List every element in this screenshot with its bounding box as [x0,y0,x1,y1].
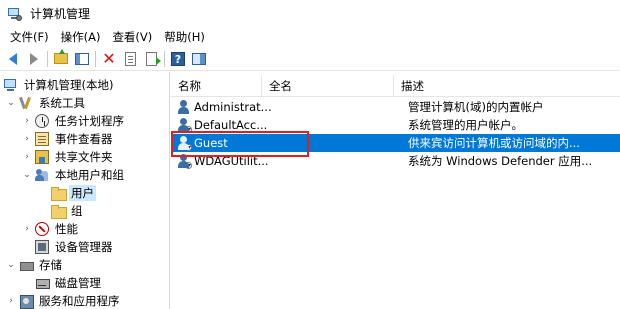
tree-item-label: 共享文件夹 [55,150,113,164]
chevron-right-icon[interactable]: › [22,134,32,144]
list-item-selected[interactable]: Guest 供来宾访问计算机或访问域的内... [171,134,620,152]
title-bar: 计算机管理 [0,0,620,27]
tree-item-label: 任务计划程序 [55,114,124,128]
folder-icon [51,186,67,201]
toolbar-separator [95,50,96,67]
chevron-right-icon[interactable]: › [6,296,16,306]
back-arrow-icon[interactable] [4,50,22,68]
tree-item-performance[interactable]: › 性能 [22,220,80,238]
forward-arrow-icon[interactable] [25,50,43,68]
menu-bar: 文件(F) 操作(A) 查看(V) 帮助(H) [0,27,620,47]
device-manager-icon [35,240,49,254]
list-header: 名称 全名 描述 [171,75,620,97]
chevron-down-icon[interactable]: ⌄ [6,260,16,270]
user-name: Guest [194,136,228,150]
column-header-description[interactable]: 描述 [394,75,620,97]
disk-icon [35,276,50,290]
tree-item-label: 磁盘管理 [55,276,101,290]
disabled-user-icon [177,118,192,133]
user-description: 供来宾访问计算机或访问域的内... [408,136,580,150]
tree-item-groups[interactable]: 组 [51,202,85,220]
user-list-pane: 名称 全名 描述 Administrat... 管理计算机(域)的内置帐户 De… [171,72,620,309]
tree-item-label: 事件查看器 [55,132,113,146]
show-tree-icon[interactable] [73,50,91,68]
shared-folder-icon [35,150,49,164]
disabled-user-icon [177,154,192,169]
tree-item-label: 设备管理器 [55,240,113,254]
tree-item-label: 存储 [39,258,62,272]
user-description: 系统管理的用户帐户。 [408,118,523,132]
tree-item-storage[interactable]: ⌄ 存储 [6,256,64,274]
window-title: 计算机管理 [30,7,91,21]
menu-action[interactable]: 操作(A) [55,27,107,47]
tree-item-label: 性能 [55,222,78,236]
tree-item-label: 计算机管理(本地) [24,78,114,92]
list-item[interactable]: WDAGUtilit... 系统为 Windows Defender 应用... [171,152,620,170]
up-folder-icon[interactable] [52,49,70,68]
performance-icon [35,222,49,236]
toolbar-separator [47,50,48,67]
user-name: Administrat... [194,100,272,114]
user-description: 管理计算机(域)的内置帐户 [408,100,544,114]
tools-icon [19,96,33,110]
menu-file[interactable]: 文件(F) [4,27,55,47]
users-icon [35,168,49,182]
toolbar-separator [164,50,165,67]
user-icon [177,100,191,114]
disabled-user-icon [177,136,192,151]
tree-item-system-tools[interactable]: ⌄ 系统工具 [6,94,87,112]
list-item[interactable]: DefaultAcc... 系统管理的用户帐户。 [171,116,620,134]
tree-item-device-manager[interactable]: 设备管理器 [35,238,115,256]
tree-item-label: 组 [71,204,83,218]
user-name: DefaultAcc... [194,118,268,132]
chevron-right-icon[interactable]: › [22,152,32,162]
column-header-full-name[interactable]: 全名 [262,75,394,97]
tree-item-services-apps[interactable]: › 服务和应用程序 [6,292,122,309]
computer-management-icon [8,7,22,21]
tree-item-users[interactable]: 用户 [51,184,96,202]
tree-item-event-viewer[interactable]: › 事件查看器 [22,130,115,148]
storage-icon [19,258,34,272]
folder-icon [51,204,67,219]
export-icon[interactable] [142,50,161,68]
tree-item-local-users-groups[interactable]: ⌄ 本地用户和组 [22,166,126,184]
event-log-icon [35,132,49,146]
tree-item-root[interactable]: 计算机管理(本地) [4,76,115,94]
tree-item-label: 用户 [69,185,96,201]
tree-item-label: 服务和应用程序 [39,294,120,308]
toolbar: ✕ ? [0,47,620,71]
navigation-tree: 计算机管理(本地) ⌄ 系统工具 › 任务计划程序 › 事件查看器 › 共享文件… [0,72,170,309]
chevron-right-icon[interactable]: › [22,224,32,234]
services-icon [19,294,34,309]
properties-icon[interactable] [121,50,139,68]
computer-icon [4,78,18,92]
user-name: WDAGUtilit... [194,154,269,168]
delete-icon[interactable]: ✕ [100,50,118,68]
action-pane-icon[interactable] [190,50,208,68]
menu-help[interactable]: 帮助(H) [158,27,211,47]
tree-item-shared-folders[interactable]: › 共享文件夹 [22,148,115,166]
list-item[interactable]: Administrat... 管理计算机(域)的内置帐户 [171,98,620,116]
help-icon[interactable]: ? [169,50,187,68]
chevron-down-icon[interactable]: ⌄ [22,170,32,180]
column-header-name[interactable]: 名称 [171,75,262,97]
chevron-down-icon[interactable]: ⌄ [6,98,16,108]
tree-item-label: 本地用户和组 [55,168,124,182]
chevron-right-icon[interactable]: › [22,116,32,126]
menu-view[interactable]: 查看(V) [106,27,158,47]
tree-item-task-scheduler[interactable]: › 任务计划程序 [22,112,126,130]
user-description: 系统为 Windows Defender 应用... [408,154,593,168]
tree-item-label: 系统工具 [39,96,85,110]
clock-icon [35,114,49,128]
tree-item-disk-management[interactable]: 磁盘管理 [35,274,103,292]
